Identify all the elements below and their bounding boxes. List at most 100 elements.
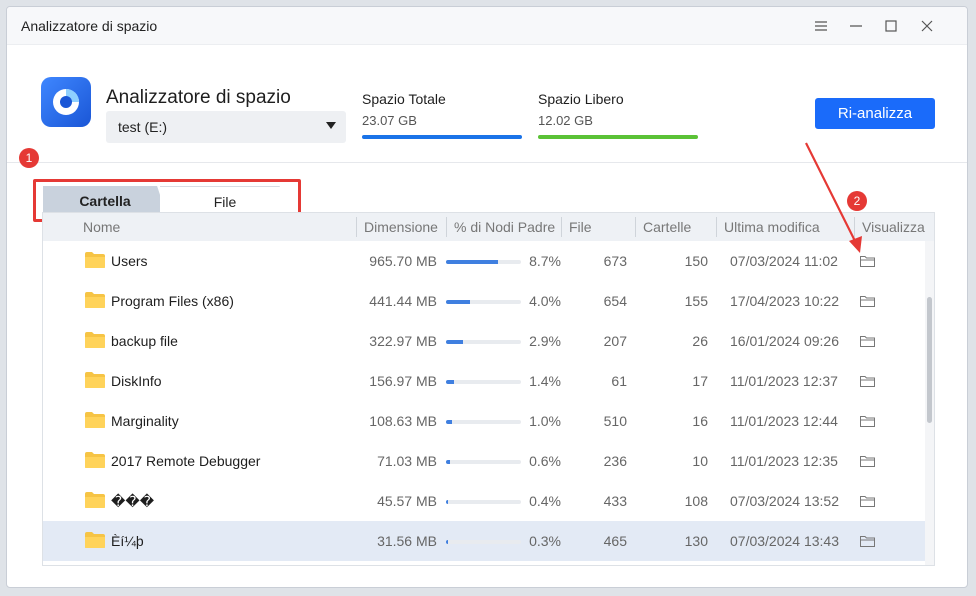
reanalyze-button[interactable]: Ri-analizza xyxy=(815,98,935,129)
table-row[interactable]: Marginality 108.63 MB 1.0% 510 16 11/01/2023 … xyxy=(43,401,927,441)
open-folder-icon[interactable] xyxy=(860,374,875,390)
title-bar: Analizzatore di spazio xyxy=(7,7,967,45)
column-header-modified[interactable]: Ultima modifica xyxy=(724,219,820,235)
table-row[interactable]: Èí¼þ 31.56 MB 0.3% 465 130 07/03/2024 13:43 xyxy=(43,521,927,561)
table-row[interactable]: Program Files (x86) 441.44 MB 4.0% 654 155 17… xyxy=(43,281,927,321)
row-percent: 0.6% xyxy=(529,453,561,469)
row-modified: 07/03/2024 13:43 xyxy=(730,533,839,549)
row-size: 156.97 MB xyxy=(369,373,437,389)
row-name: Users xyxy=(111,253,148,269)
row-name: ��� xyxy=(111,493,155,509)
free-space-value: 12.02 GB xyxy=(538,113,593,128)
row-files: 61 xyxy=(611,373,627,389)
table-row[interactable]: backup file 322.97 MB 2.9% 207 26 16/01/2024 … xyxy=(43,321,927,361)
close-icon[interactable] xyxy=(916,15,938,37)
column-header-files[interactable]: File xyxy=(569,219,592,235)
column-divider xyxy=(635,217,636,237)
row-percent-bar-fill xyxy=(446,380,455,384)
chevron-down-icon xyxy=(326,122,336,129)
row-size: 322.97 MB xyxy=(369,333,437,349)
table-row[interactable]: Users 965.70 MB 8.7% 673 150 07/03/2024 11:02 xyxy=(43,241,927,281)
row-folders: 10 xyxy=(692,453,708,469)
folder-icon xyxy=(84,371,106,389)
row-percent-bar xyxy=(446,460,521,464)
open-folder-icon[interactable] xyxy=(860,334,875,350)
table-header: Nome Dimensione % di Nodi Padre File Car… xyxy=(43,213,934,241)
row-name: backup file xyxy=(111,333,178,349)
drive-select[interactable]: test (E:) xyxy=(106,111,346,143)
row-folders: 17 xyxy=(692,373,708,389)
row-modified: 11/01/2023 12:37 xyxy=(730,373,838,389)
row-percent: 0.3% xyxy=(529,533,561,549)
row-percent-bar xyxy=(446,340,521,344)
table-row[interactable]: ��� 45.57 MB 0.4% 433 108 07/03/2024 13:52 xyxy=(43,481,927,521)
row-name: Program Files (x86) xyxy=(111,293,234,309)
row-percent: 0.4% xyxy=(529,493,561,509)
total-space-value: 23.07 GB xyxy=(362,113,417,128)
folder-icon xyxy=(84,291,106,309)
column-divider xyxy=(356,217,357,237)
folder-icon xyxy=(84,331,106,349)
row-percent-bar-fill xyxy=(446,540,448,544)
row-percent-bar xyxy=(446,540,521,544)
row-folders: 108 xyxy=(684,493,708,509)
row-folders: 26 xyxy=(692,333,708,349)
open-folder-icon[interactable] xyxy=(860,454,875,470)
row-size: 441.44 MB xyxy=(369,293,437,309)
row-percent: 8.7% xyxy=(529,253,561,269)
row-modified: 11/01/2023 12:44 xyxy=(730,413,838,429)
app-logo-icon xyxy=(41,77,91,127)
row-percent: 1.4% xyxy=(529,373,561,389)
row-size: 71.03 MB xyxy=(377,453,437,469)
row-size: 108.63 MB xyxy=(369,413,437,429)
open-folder-icon[interactable] xyxy=(860,294,875,310)
folder-icon xyxy=(84,491,106,509)
column-divider xyxy=(446,217,447,237)
column-header-size[interactable]: Dimensione xyxy=(364,219,438,235)
row-percent-bar-fill xyxy=(446,460,450,464)
row-name: 2017 Remote Debugger xyxy=(111,453,261,469)
menu-icon[interactable] xyxy=(810,15,832,37)
scrollbar-thumb[interactable] xyxy=(927,297,932,423)
row-percent: 1.0% xyxy=(529,413,561,429)
column-divider xyxy=(716,217,717,237)
maximize-icon[interactable] xyxy=(880,15,902,37)
folder-icon xyxy=(84,251,106,269)
row-modified: 11/01/2023 12:35 xyxy=(730,453,838,469)
table-scrollbar[interactable] xyxy=(925,241,934,565)
open-folder-icon[interactable] xyxy=(860,494,875,510)
row-modified: 16/01/2024 09:26 xyxy=(730,333,839,349)
annotation-badge-2: 2 xyxy=(847,191,867,211)
window-title: Analizzatore di spazio xyxy=(21,18,158,34)
table-row[interactable]: 2017 Remote Debugger 71.03 MB 0.6% 236 10 11/… xyxy=(43,441,927,481)
row-size: 31.56 MB xyxy=(377,533,437,549)
folder-icon xyxy=(84,411,106,429)
column-header-view[interactable]: Visualizza xyxy=(862,219,925,235)
column-header-name[interactable]: Nome xyxy=(83,219,120,235)
open-folder-icon[interactable] xyxy=(860,414,875,430)
total-space-label: Spazio Totale xyxy=(362,91,446,107)
row-files: 510 xyxy=(603,413,627,429)
column-header-percent[interactable]: % di Nodi Padre xyxy=(454,219,555,235)
row-modified: 07/03/2024 13:52 xyxy=(730,493,839,509)
row-percent-bar xyxy=(446,260,521,264)
row-percent-bar-fill xyxy=(446,500,449,504)
row-folders: 16 xyxy=(692,413,708,429)
drive-select-value: test (E:) xyxy=(118,119,168,135)
row-files: 236 xyxy=(603,453,627,469)
minimize-icon[interactable] xyxy=(845,15,867,37)
free-space-bar xyxy=(538,135,698,139)
table-row[interactable]: DiskInfo 156.97 MB 1.4% 61 17 11/01/2023 12:3… xyxy=(43,361,927,401)
row-percent-bar xyxy=(446,500,521,504)
app-window: Analizzatore di spazio Analizzatore di s… xyxy=(6,6,968,588)
column-header-folders[interactable]: Cartelle xyxy=(643,219,691,235)
open-folder-icon[interactable] xyxy=(860,534,875,550)
open-folder-icon[interactable] xyxy=(860,254,875,270)
annotation-badge-1: 1 xyxy=(19,148,39,168)
row-percent-bar xyxy=(446,380,521,384)
row-files: 465 xyxy=(603,533,627,549)
row-name: Èí¼þ xyxy=(111,533,144,549)
row-files: 654 xyxy=(603,293,627,309)
row-size: 45.57 MB xyxy=(377,493,437,509)
free-space: Spazio Libero 12.02 GB xyxy=(538,91,698,139)
